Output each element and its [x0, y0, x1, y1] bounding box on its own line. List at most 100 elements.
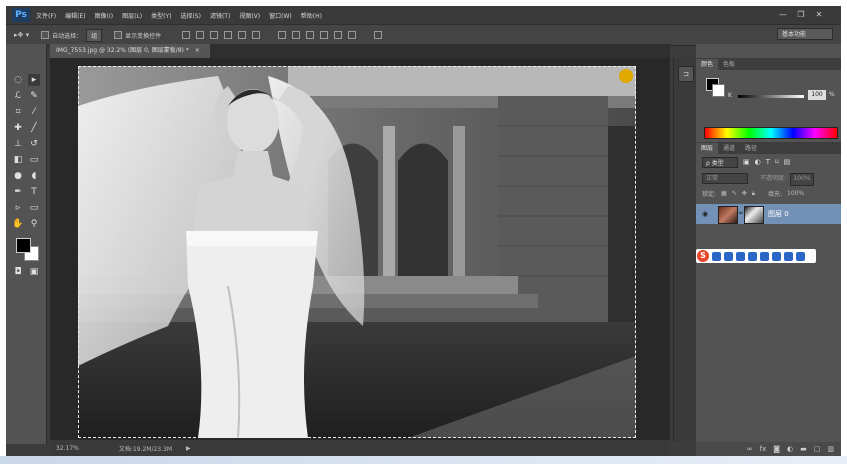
menu-view[interactable]: 视图(V): [239, 11, 260, 20]
restore-button[interactable]: ❐: [792, 9, 810, 21]
marquee-tool-icon[interactable]: ◌: [12, 74, 24, 86]
eyedropper-tool-icon[interactable]: ⁄: [28, 106, 40, 118]
ime-toolbar[interactable]: S: [696, 249, 816, 263]
document-tab-close[interactable]: ×: [195, 47, 200, 54]
foreground-color-swatch[interactable]: [16, 238, 31, 253]
minimize-button[interactable]: —: [774, 9, 792, 21]
ime-skin-icon[interactable]: [784, 251, 793, 261]
auto-select-dropdown[interactable]: 组: [86, 28, 103, 42]
align-bottom-icon[interactable]: [210, 31, 219, 39]
ime-user-icon[interactable]: [772, 251, 781, 261]
lock-all-icon[interactable]: 🔒︎: [752, 190, 755, 198]
layer-style-icon[interactable]: fx: [760, 445, 767, 453]
k-value-input[interactable]: 100: [808, 90, 826, 100]
lock-move-icon[interactable]: ✥: [742, 190, 747, 197]
smart-filter-icon[interactable]: ▤: [784, 158, 791, 166]
auto-align-icon[interactable]: [374, 31, 383, 39]
history-panel-icon[interactable]: ⊐: [678, 66, 694, 82]
clone-stamp-icon[interactable]: ⊥: [12, 138, 24, 150]
close-window-button[interactable]: ✕: [810, 9, 828, 21]
quick-select-tool-icon[interactable]: ✎: [28, 90, 40, 102]
ime-punct-icon[interactable]: [736, 251, 745, 261]
menu-file[interactable]: 文件(F): [36, 11, 56, 20]
menu-image[interactable]: 图像(I): [95, 11, 113, 20]
auto-select-checkbox[interactable]: [41, 31, 50, 39]
brush-tool-icon[interactable]: ╱: [28, 122, 40, 134]
path-select-icon[interactable]: ▹: [12, 202, 24, 214]
workspace-dropdown[interactable]: 基本功能: [777, 28, 833, 40]
menu-edit[interactable]: 编辑(E): [65, 11, 85, 20]
ime-mic-icon[interactable]: [748, 251, 757, 261]
status-menu-arrow-icon[interactable]: ▶: [186, 445, 191, 452]
gradient-tool-icon[interactable]: ▭: [28, 154, 40, 166]
ime-mode-icon[interactable]: [712, 251, 721, 261]
align-left-icon[interactable]: [224, 31, 233, 39]
tab-swatches[interactable]: 色板: [718, 59, 740, 70]
distribute-vcenter-icon[interactable]: [292, 31, 301, 39]
dodge-tool-icon[interactable]: ◖: [28, 170, 40, 182]
zoom-tool-icon[interactable]: ⚲: [28, 218, 40, 230]
type-tool-icon[interactable]: T: [28, 186, 40, 198]
kind-filter-dropdown[interactable]: ρ 类型: [702, 156, 738, 168]
adjustment-filter-icon[interactable]: ◐: [755, 158, 761, 166]
shape-filter-icon[interactable]: ⌑: [775, 158, 779, 166]
crop-tool-icon[interactable]: ⌗: [12, 106, 24, 118]
lasso-tool-icon[interactable]: ℒ: [12, 90, 24, 102]
visibility-eye-icon[interactable]: ◉: [702, 210, 708, 218]
blend-mode-dropdown[interactable]: 正常: [702, 173, 748, 184]
opacity-input[interactable]: 100%: [790, 173, 815, 186]
pen-tool-icon[interactable]: ✒: [12, 186, 24, 198]
align-top-icon[interactable]: [182, 31, 191, 39]
history-brush-icon[interactable]: ↺: [28, 138, 40, 150]
layer-thumbnail[interactable]: [718, 206, 738, 224]
menu-layer[interactable]: 图层(L): [122, 11, 142, 20]
tab-channels[interactable]: 通道: [718, 143, 740, 154]
fill-input[interactable]: 100%: [787, 190, 804, 197]
transform-controls-checkbox[interactable]: [114, 31, 123, 39]
healing-brush-icon[interactable]: ✚: [12, 122, 24, 134]
distribute-bottom-icon[interactable]: [306, 31, 315, 39]
align-hcenter-icon[interactable]: [238, 31, 247, 39]
quick-mask-icon[interactable]: ◘: [12, 266, 24, 278]
canvas-area[interactable]: [50, 58, 670, 440]
mask-link-icon[interactable]: ∞: [738, 209, 744, 217]
type-filter-icon[interactable]: T: [766, 158, 770, 166]
new-group-icon[interactable]: ▬: [800, 445, 807, 453]
layer-row-0[interactable]: ◉ ∞ 图层 0: [696, 204, 841, 224]
align-vcenter-icon[interactable]: [196, 31, 205, 39]
tab-layers[interactable]: 图层: [696, 143, 719, 154]
menu-window[interactable]: 窗口(W): [269, 11, 292, 20]
blur-tool-icon[interactable]: ●: [12, 170, 24, 182]
lock-brush-icon[interactable]: ✎: [732, 190, 737, 197]
new-layer-icon[interactable]: ▢: [814, 445, 821, 453]
sogou-logo-icon[interactable]: S: [697, 250, 709, 262]
color-spectrum-bar[interactable]: [704, 127, 838, 139]
k-slider[interactable]: [738, 95, 804, 98]
distribute-left-icon[interactable]: [320, 31, 329, 39]
pixel-filter-icon[interactable]: ▣: [743, 158, 750, 166]
move-tool-icon[interactable]: ▸: [28, 74, 40, 86]
menu-help[interactable]: 帮助(H): [301, 11, 322, 20]
link-layers-icon[interactable]: ∞: [747, 445, 753, 453]
add-mask-icon[interactable]: ◙: [773, 445, 780, 453]
distribute-right-icon[interactable]: [348, 31, 357, 39]
delete-layer-icon[interactable]: ▥: [827, 445, 834, 453]
layer-mask-thumbnail[interactable]: [744, 206, 764, 224]
document-tab[interactable]: IMG_7553.jpg @ 32.2% (图层 0, 图层蒙板/8) * ×: [50, 44, 210, 58]
tab-color[interactable]: 颜色: [696, 59, 719, 70]
tab-paths[interactable]: 路径: [740, 143, 762, 154]
menu-type[interactable]: 类型(Y): [151, 11, 171, 20]
ime-tools-icon[interactable]: [796, 251, 805, 261]
distribute-top-icon[interactable]: [278, 31, 287, 39]
menu-filter[interactable]: 滤镜(T): [210, 11, 230, 20]
eraser-tool-icon[interactable]: ◧: [12, 154, 24, 166]
zoom-level[interactable]: 32.17%: [56, 445, 79, 452]
adjustment-layer-icon[interactable]: ◐: [787, 445, 793, 453]
layer-name[interactable]: 图层 0: [768, 209, 789, 219]
distribute-hcenter-icon[interactable]: [334, 31, 343, 39]
lock-pixels-icon[interactable]: ▦: [721, 190, 727, 197]
color-bg-swatch[interactable]: [712, 84, 725, 97]
move-tool-preset-icon[interactable]: ▸✥ ▾: [14, 31, 29, 39]
ime-moon-icon[interactable]: [724, 251, 733, 261]
shape-tool-icon[interactable]: ▭: [28, 202, 40, 214]
